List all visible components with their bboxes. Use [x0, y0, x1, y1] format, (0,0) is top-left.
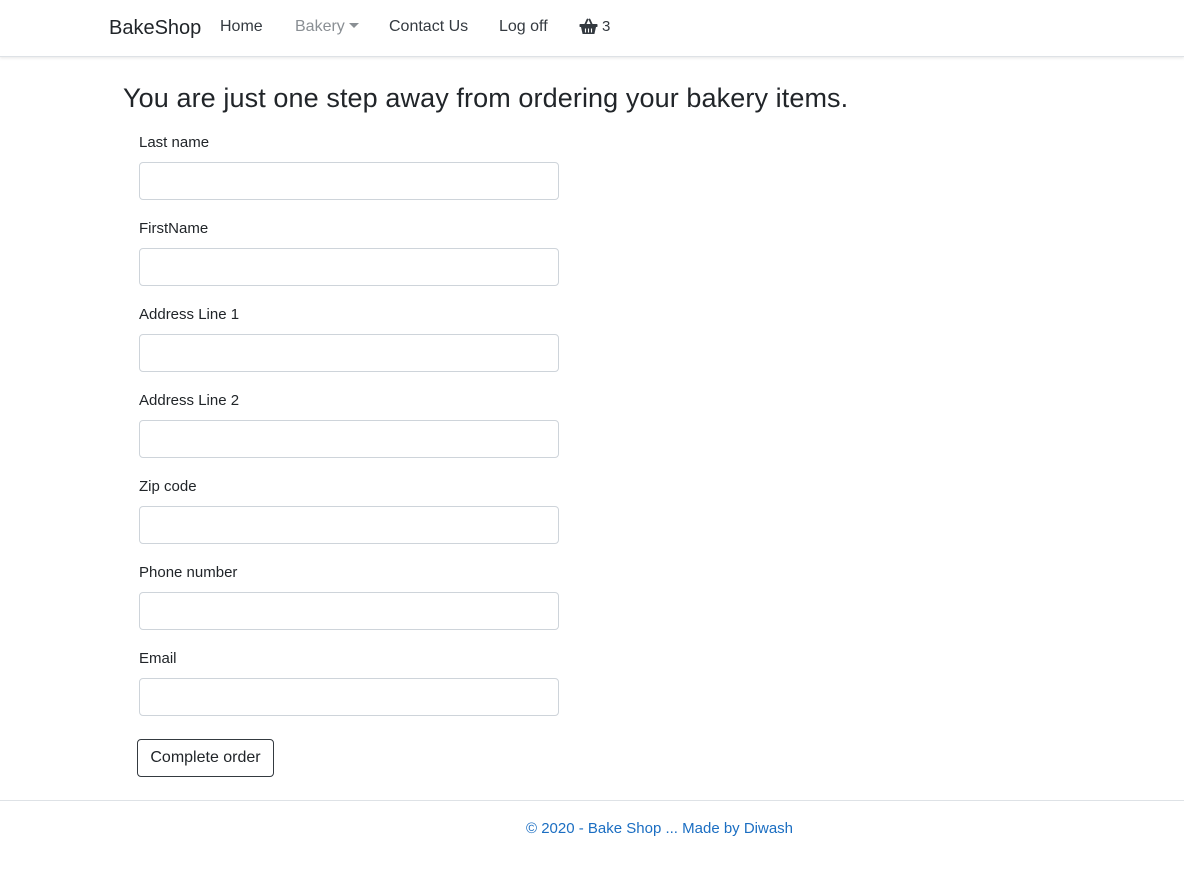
- last-name-label: Last name: [139, 134, 210, 151]
- cart-link[interactable]: 3: [579, 18, 610, 35]
- field-last-name: Last name: [139, 134, 559, 200]
- phone-number-label: Phone number: [139, 564, 238, 581]
- nav-home-link[interactable]: Home: [220, 18, 263, 36]
- footer-divider: [0, 800, 1184, 801]
- email-input[interactable]: [139, 678, 559, 716]
- chevron-down-icon: [348, 23, 359, 28]
- phone-number-input[interactable]: [139, 592, 559, 630]
- last-name-input[interactable]: [139, 162, 559, 200]
- field-email: Email: [139, 650, 559, 716]
- address-line-2-input[interactable]: [139, 420, 559, 458]
- email-label: Email: [139, 650, 177, 667]
- address-line-2-label: Address Line 2: [139, 392, 240, 409]
- top-navbar: BakeShop Home Bakery Contact Us Log off …: [0, 0, 1184, 57]
- nav-bakery-dropdown[interactable]: Bakery: [295, 18, 359, 36]
- nav-logoff-link[interactable]: Log off: [499, 18, 548, 36]
- address-line-1-label: Address Line 1: [139, 306, 240, 323]
- complete-order-button[interactable]: Complete order: [137, 739, 274, 777]
- field-address-line-1: Address Line 1: [139, 306, 559, 372]
- field-zip-code: Zip code: [139, 478, 559, 544]
- footer-credit-link[interactable]: © 2020 - Bake Shop ... Made by Diwash: [526, 820, 793, 837]
- zip-code-input[interactable]: [139, 506, 559, 544]
- cart-count: 3: [602, 18, 611, 35]
- first-name-label: FirstName: [139, 220, 209, 237]
- first-name-input[interactable]: [139, 248, 559, 286]
- page-title: You are just one step away from ordering…: [123, 83, 849, 113]
- nav-contact-link[interactable]: Contact Us: [389, 18, 468, 36]
- address-line-1-input[interactable]: [139, 334, 559, 372]
- nav-bakery-label: Bakery: [295, 18, 345, 35]
- field-phone-number: Phone number: [139, 564, 559, 630]
- field-first-name: FirstName: [139, 220, 559, 286]
- field-address-line-2: Address Line 2: [139, 392, 559, 458]
- brand-link[interactable]: BakeShop: [109, 17, 201, 40]
- basket-icon: [579, 18, 598, 34]
- zip-code-label: Zip code: [139, 478, 197, 495]
